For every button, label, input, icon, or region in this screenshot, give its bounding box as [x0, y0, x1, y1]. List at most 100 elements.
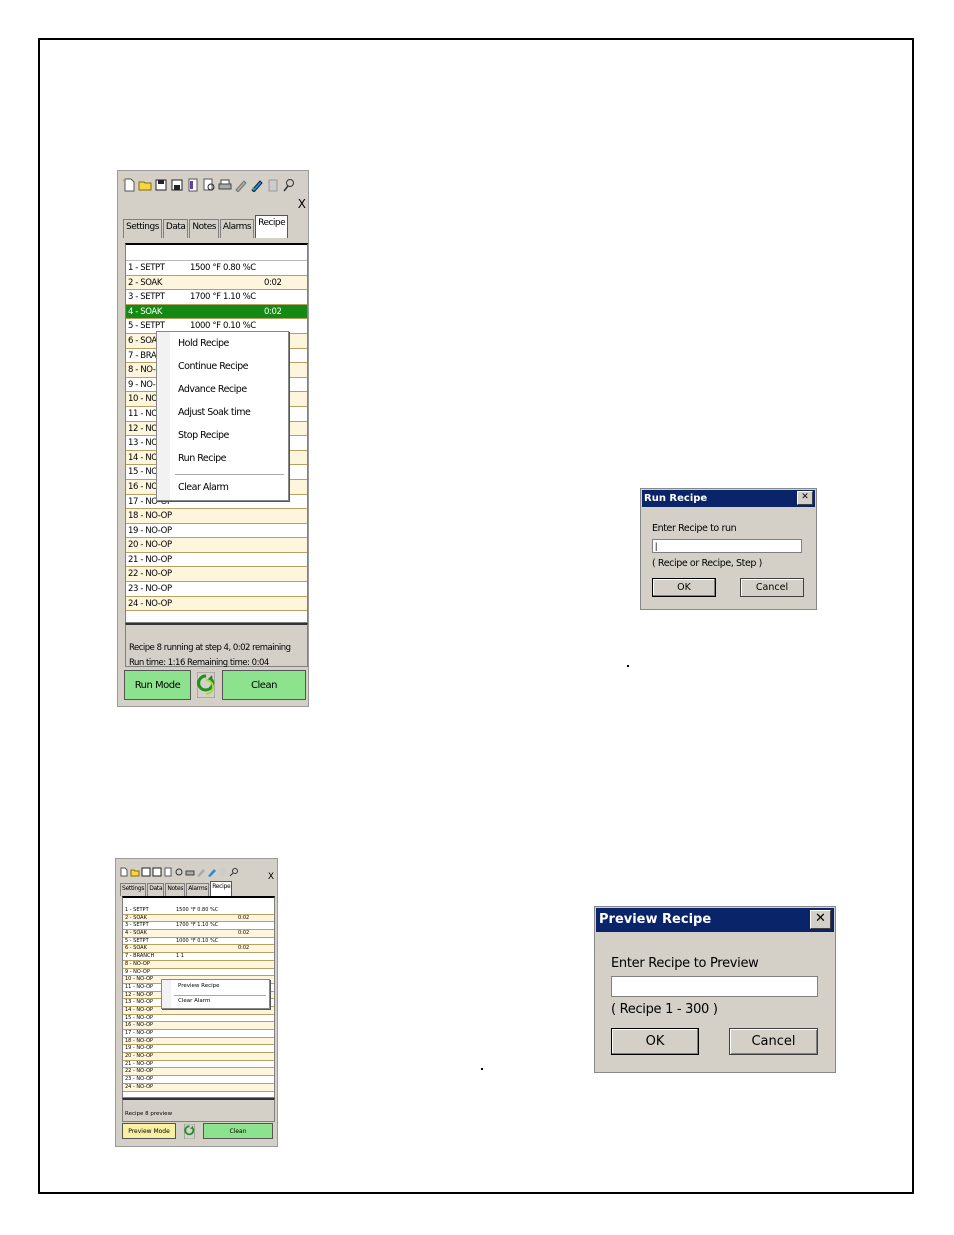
table-row[interactable]: 23 - NO-OP	[123, 1076, 274, 1084]
close-icon[interactable]: X	[298, 197, 306, 211]
table-row[interactable]: 7 - BRANCH 1 1	[123, 953, 274, 961]
table-row[interactable]: 24 - NO-OP	[126, 596, 307, 612]
table-row[interactable]: 2 - SOAK 0:02	[126, 275, 307, 291]
menu-separator	[175, 474, 284, 475]
tab-data[interactable]: Data	[147, 883, 165, 896]
ok-button[interactable]: OK	[652, 578, 716, 597]
tab-notes[interactable]: Notes	[165, 883, 186, 896]
row-value: 1700 °F 1.10 %C	[190, 292, 256, 303]
tab-notes[interactable]: Notes	[189, 219, 219, 238]
row-value: 1000 °F 0.10 %C	[176, 937, 219, 944]
pen-icon[interactable]	[250, 177, 264, 193]
find-icon[interactable]	[282, 177, 296, 192]
table-row[interactable]: 15 - NO-OP	[123, 1015, 274, 1023]
recipe-label: Enter Recipe to Preview	[611, 956, 759, 971]
find-icon[interactable]	[229, 862, 239, 877]
print-icon[interactable]	[218, 177, 232, 191]
table-row[interactable]: 3 - SETPT 1700 °F 1.10 %C	[123, 922, 274, 931]
table-row[interactable]: 1 - SETPT 1500 °F 0.80 %C	[123, 907, 274, 915]
refresh-icon[interactable]	[196, 671, 216, 699]
tab-alarms[interactable]: Alarms	[219, 219, 255, 238]
print-preview-icon[interactable]	[174, 862, 184, 876]
tab-alarms[interactable]: Alarms	[186, 883, 210, 896]
tab-recipe[interactable]: Recipe	[210, 881, 233, 896]
save-as-icon[interactable]	[170, 177, 184, 191]
preview-mode-button[interactable]: Preview Mode	[122, 1123, 176, 1139]
tab-settings[interactable]: Settings	[123, 219, 162, 238]
menu-item-clear-alarm[interactable]: Clear Alarm	[178, 998, 210, 1004]
delete-icon[interactable]	[266, 177, 280, 192]
cancel-button[interactable]: Cancel	[729, 1028, 818, 1055]
menu-item-stop-recipe[interactable]: Stop Recipe	[178, 430, 229, 441]
delete-icon[interactable]	[218, 862, 228, 876]
menu-item-continue-recipe[interactable]: Continue Recipe	[178, 361, 249, 372]
menu-item-adjust-soak-time[interactable]: Adjust Soak time	[178, 407, 251, 418]
recipe-input[interactable]	[611, 976, 818, 997]
tab-settings[interactable]: Settings	[120, 883, 147, 896]
open-folder-icon[interactable]	[138, 177, 152, 191]
table-row[interactable]: 17 - NO-OP	[123, 1030, 274, 1038]
edit-icon[interactable]	[234, 177, 248, 193]
row-step: 23 - NO-OP	[128, 584, 172, 595]
ok-button[interactable]: OK	[611, 1028, 699, 1055]
table-row[interactable]: 4 - SOAK 0:02	[126, 304, 307, 320]
table-row[interactable]: 18 - NO-OP	[123, 1037, 274, 1046]
save-icon[interactable]	[141, 862, 151, 877]
row-step: 19 - NO-OP	[128, 525, 172, 536]
menu-item-hold-recipe[interactable]: Hold Recipe	[178, 338, 229, 349]
table-row[interactable]: 21 - NO-OP	[123, 1061, 274, 1069]
edit-icon[interactable]	[196, 862, 206, 877]
new-file-icon[interactable]	[122, 177, 136, 192]
menu-separator	[174, 995, 266, 996]
tab-bar: Settings Data Notes Alarms Recipe	[123, 215, 289, 238]
row-step: 13 - NO-OP	[125, 999, 154, 1006]
row-step: 12 - NO-OP	[125, 991, 154, 998]
table-row[interactable]: 22 - NO-OP	[123, 1068, 274, 1077]
dialog-title: Run Recipe	[642, 490, 815, 507]
properties-icon[interactable]	[186, 177, 200, 192]
table-row[interactable]: 5 - SETPT 1000 °F 0.10 %C	[123, 938, 274, 946]
close-icon[interactable]: ✕	[810, 910, 831, 929]
close-icon[interactable]: ✕	[797, 491, 813, 505]
tab-recipe[interactable]: Recipe	[255, 215, 289, 238]
table-row[interactable]: 9 - NO-OP	[123, 969, 274, 977]
menu-item-run-recipe[interactable]: Run Recipe	[178, 453, 227, 464]
row-step: 4 - SOAK	[128, 306, 163, 317]
table-row[interactable]: 24 - NO-OP	[123, 1083, 274, 1092]
table-row[interactable]: 21 - NO-OP	[126, 553, 307, 568]
table-row[interactable]: 16 - NO-OP	[123, 1022, 274, 1030]
table-row[interactable]: 8 - NO-OP	[123, 960, 274, 969]
clean-button[interactable]: Clean	[222, 670, 306, 700]
menu-item-clear-alarm[interactable]: Clear Alarm	[178, 482, 229, 493]
properties-icon[interactable]	[163, 862, 173, 877]
print-icon[interactable]	[185, 862, 195, 876]
menu-item-preview-recipe[interactable]: Preview Recipe	[178, 983, 220, 989]
table-row[interactable]: 1 - SETPT 1500 °F 0.80 %C	[126, 261, 307, 276]
run-mode-button[interactable]: Run Mode	[124, 670, 191, 700]
table-row[interactable]: 2 - SOAK 0:02	[123, 914, 274, 923]
table-row[interactable]: 22 - NO-OP	[126, 567, 307, 583]
save-as-icon[interactable]	[152, 862, 162, 877]
new-file-icon[interactable]	[119, 862, 129, 877]
open-folder-icon[interactable]	[130, 862, 140, 877]
row-value: 1 1	[176, 953, 184, 960]
table-row[interactable]: 3 - SETPT 1700 °F 1.10 %C	[126, 290, 307, 305]
cancel-button[interactable]: Cancel	[740, 578, 804, 597]
recipe-input[interactable]	[652, 539, 802, 553]
table-row[interactable]: 20 - NO-OP	[126, 538, 307, 553]
table-row[interactable]: 6 - SOAK 0:02	[123, 945, 274, 954]
table-row[interactable]: 20 - NO-OP	[123, 1053, 274, 1061]
pen-icon[interactable]	[207, 862, 217, 877]
clean-button[interactable]: Clean	[203, 1123, 273, 1139]
save-icon[interactable]	[154, 177, 168, 191]
tab-data[interactable]: Data	[162, 219, 189, 238]
refresh-icon[interactable]	[182, 1123, 196, 1139]
table-row[interactable]: 19 - NO-OP	[123, 1045, 274, 1054]
table-row[interactable]: 23 - NO-OP	[126, 582, 307, 597]
print-preview-icon[interactable]	[202, 177, 216, 191]
close-icon[interactable]: X	[268, 872, 274, 882]
table-row[interactable]: 4 - SOAK 0:02	[123, 930, 274, 938]
table-row[interactable]: 18 - NO-OP	[126, 509, 307, 524]
menu-item-advance-recipe[interactable]: Advance Recipe	[178, 384, 247, 395]
table-row[interactable]: 19 - NO-OP	[126, 524, 307, 539]
